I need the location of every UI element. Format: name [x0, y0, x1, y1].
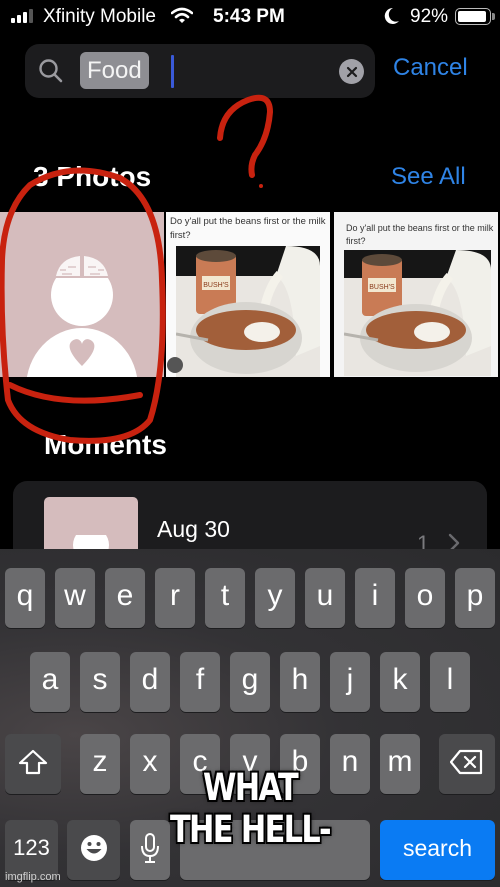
search-key[interactable]: search [380, 820, 495, 880]
search-input[interactable]: Food [25, 44, 375, 98]
photo-thumbnail[interactable]: Do y'all put the beans first or the milk… [166, 212, 330, 377]
key-k[interactable]: k [380, 652, 420, 712]
status-bar: Xfinity Mobile 5:43 PM 92% [0, 0, 500, 34]
key-r[interactable]: r [155, 568, 195, 628]
delete-icon [450, 749, 483, 775]
key-y[interactable]: y [255, 568, 295, 628]
wifi-icon [171, 7, 193, 23]
can-label: BUSH'S [203, 282, 229, 289]
shift-icon [18, 749, 48, 775]
key-o[interactable]: o [405, 568, 445, 628]
key-q[interactable]: q [5, 568, 45, 628]
meme-caption: Do y'all put the beans first or the milk… [170, 216, 326, 241]
key-h[interactable]: h [280, 652, 320, 712]
beans-milk-photo: BUSH'S [176, 246, 320, 377]
key-x[interactable]: x [130, 734, 170, 794]
imgflip-watermark: imgflip.com [5, 871, 61, 883]
shift-key[interactable] [5, 734, 61, 794]
delete-key[interactable] [439, 734, 495, 794]
key-j[interactable]: j [330, 652, 370, 712]
key-a[interactable]: a [30, 652, 70, 712]
meme-text-line-1: WHAT [202, 766, 299, 809]
dictation-key[interactable] [130, 820, 170, 880]
carrier-name: Xfinity Mobile [43, 6, 156, 27]
battery-cap [492, 13, 495, 20]
moon-icon [384, 7, 399, 24]
search-icon [39, 59, 63, 83]
photo-thumbnail[interactable]: Do y'all put the beans first or the milk… [334, 212, 498, 377]
emoji-icon [80, 835, 107, 861]
key-z[interactable]: z [80, 734, 120, 794]
key-t[interactable]: t [205, 568, 245, 628]
key-g[interactable]: g [230, 652, 270, 712]
clear-search-button[interactable] [339, 59, 364, 84]
key-l[interactable]: l [430, 652, 470, 712]
avatar-placeholder-icon [26, 256, 138, 377]
meme-text-line-2: THE HELL- [169, 808, 332, 851]
key-s[interactable]: s [80, 652, 120, 712]
key-w[interactable]: w [55, 568, 95, 628]
search-query-token[interactable]: Food [80, 52, 149, 89]
clear-icon [346, 66, 357, 77]
cancel-button[interactable]: Cancel [393, 54, 468, 82]
beans-milk-photo: BUSH'S [344, 250, 491, 376]
can-label: BUSH'S [369, 284, 395, 291]
meme-caption: Do y'all put the beans first or the milk… [346, 223, 494, 246]
key-u[interactable]: u [305, 568, 345, 628]
photos-section-title: 3 Photos [33, 161, 152, 192]
key-f[interactable]: f [180, 652, 220, 712]
battery-icon [455, 8, 491, 25]
battery-percent: 92% [410, 6, 449, 27]
key-n[interactable]: n [330, 734, 370, 794]
question-mark-dot [259, 184, 263, 188]
meme-caption-overlay: WHAT THE HELL- [168, 767, 332, 851]
clock: 5:43 PM [213, 6, 285, 27]
key-d[interactable]: d [130, 652, 170, 712]
moments-section-title: Moments [44, 429, 167, 460]
emoji-key[interactable] [67, 820, 120, 880]
key-e[interactable]: e [105, 568, 145, 628]
key-m[interactable]: m [380, 734, 420, 794]
battery-fill [458, 11, 486, 22]
moment-date: Aug 30 [157, 516, 230, 542]
question-mark-annotation [217, 94, 273, 178]
signal-icon [11, 9, 33, 23]
text-caret [171, 55, 174, 88]
microphone-icon [141, 833, 159, 863]
live-photo-badge [167, 357, 183, 373]
key-p[interactable]: p [455, 568, 495, 628]
key-i[interactable]: i [355, 568, 395, 628]
photo-thumbnail[interactable] [0, 212, 164, 377]
see-all-button[interactable]: See All [391, 163, 466, 191]
